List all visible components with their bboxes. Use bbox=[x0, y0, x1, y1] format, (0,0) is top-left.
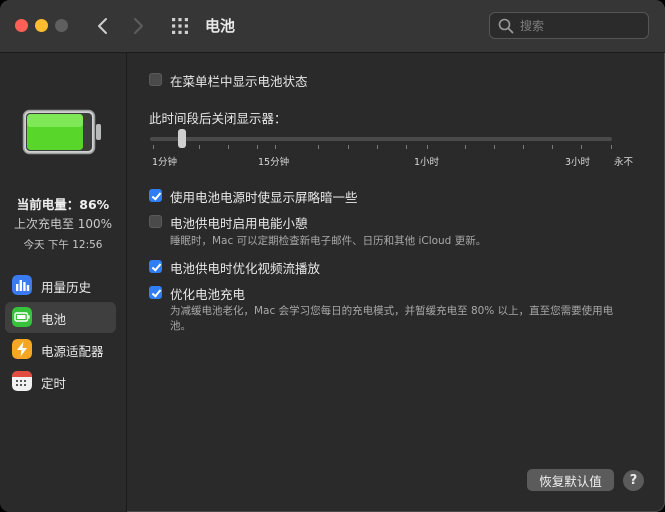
slider-tick bbox=[465, 145, 466, 149]
slider-tick bbox=[611, 145, 612, 149]
last-charged-text: 上次充电至 100% bbox=[13, 217, 113, 231]
display-off-slider-track[interactable] bbox=[150, 137, 612, 141]
minimize-button[interactable] bbox=[35, 19, 48, 32]
chevron-right-icon bbox=[134, 18, 143, 34]
battery-level-icon bbox=[22, 109, 101, 155]
sidebar-item-label: 电池 bbox=[41, 312, 67, 327]
power-adapter-icon bbox=[12, 339, 32, 359]
restore-defaults-button[interactable]: 恢复默认值 bbox=[527, 469, 614, 491]
last-charged-time: 今天 下午 12:56 bbox=[23, 239, 103, 251]
usage-history-icon bbox=[12, 275, 32, 295]
show-in-menubar-label: 在菜单栏中显示电池状态 bbox=[170, 74, 308, 89]
search-icon bbox=[498, 18, 514, 34]
sidebar-item-label: 电源适配器 bbox=[41, 344, 104, 359]
slider-tick bbox=[552, 145, 553, 149]
optimize-video-label: 电池供电时优化视频流播放 bbox=[170, 261, 321, 276]
search-field[interactable] bbox=[489, 12, 649, 39]
help-button[interactable]: ? bbox=[623, 470, 644, 491]
optimized-charging-label: 优化电池充电 bbox=[170, 287, 246, 302]
slider-tick-label: 3小时 bbox=[565, 157, 591, 168]
battery-preferences-window: 电池 当前电量：86% 上次充电至 100% 今天 下午 12:56 bbox=[0, 0, 665, 512]
window-title: 电池 bbox=[205, 17, 236, 35]
zoom-button[interactable] bbox=[55, 19, 68, 32]
slider-tick bbox=[377, 145, 378, 149]
slider-tick bbox=[494, 145, 495, 149]
battery-level-text: 当前电量：86% bbox=[16, 197, 110, 212]
close-button[interactable] bbox=[15, 19, 28, 32]
power-nap-checkbox[interactable] bbox=[149, 215, 162, 228]
slider-tick bbox=[318, 145, 319, 149]
slider-tick bbox=[406, 145, 407, 149]
slider-tick bbox=[348, 145, 349, 149]
power-nap-description: 睡眠时，Mac 可以定期检查新电子邮件、日历和其他 iCloud 更新。 bbox=[170, 235, 487, 247]
sidebar: 当前电量：86% 上次充电至 100% 今天 下午 12:56 用量历史 电池 bbox=[0, 53, 127, 512]
slider-tick bbox=[228, 145, 229, 149]
dim-display-label: 使用电池电源时使显示屏略暗一些 bbox=[170, 190, 358, 205]
optimized-charging-checkbox[interactable] bbox=[149, 286, 162, 299]
dim-display-checkbox[interactable] bbox=[149, 189, 162, 202]
chevron-left-icon bbox=[98, 18, 107, 34]
title-bar: 电池 bbox=[0, 0, 665, 53]
sidebar-item-battery[interactable]: 电池 bbox=[5, 302, 116, 333]
sidebar-item-schedule[interactable]: 定时 bbox=[5, 366, 116, 397]
sidebar-item-usage-history[interactable]: 用量历史 bbox=[5, 270, 116, 301]
slider-tick-label: 15分钟 bbox=[258, 157, 290, 168]
power-nap-label: 电池供电时启用电能小憩 bbox=[170, 216, 308, 231]
show-all-button[interactable] bbox=[171, 17, 189, 35]
display-off-label: 此时间段后关闭显示器： bbox=[149, 111, 287, 126]
slider-tick bbox=[427, 145, 428, 149]
slider-tick bbox=[153, 145, 154, 149]
slider-tick-label: 1分钟 bbox=[152, 157, 178, 168]
sidebar-item-label: 用量历史 bbox=[41, 280, 92, 295]
battery-settings-pane: 在菜单栏中显示电池状态 此时间段后关闭显示器： 1分钟 15分钟 1小时 3小时… bbox=[127, 53, 665, 512]
optimize-video-checkbox[interactable] bbox=[149, 260, 162, 273]
slider-tick bbox=[581, 145, 582, 149]
show-in-menubar-checkbox[interactable] bbox=[149, 73, 162, 86]
battery-icon bbox=[12, 307, 32, 327]
slider-tick bbox=[275, 145, 276, 149]
display-off-slider-thumb[interactable] bbox=[178, 129, 186, 148]
grid-icon bbox=[172, 18, 188, 34]
back-button[interactable] bbox=[93, 14, 113, 38]
slider-tick-label: 永不 bbox=[614, 157, 634, 168]
slider-tick bbox=[523, 145, 524, 149]
slider-tick-label: 1小时 bbox=[414, 157, 440, 168]
search-input[interactable] bbox=[520, 17, 640, 35]
schedule-icon bbox=[12, 371, 32, 391]
sidebar-item-label: 定时 bbox=[41, 376, 67, 391]
sidebar-item-power-adapter[interactable]: 电源适配器 bbox=[5, 334, 116, 365]
optimized-charging-description: 为减缓电池老化，Mac 会学习您每日的充电模式，并暂缓充电至 80% 以上，直至… bbox=[170, 305, 614, 332]
forward-button[interactable] bbox=[128, 14, 148, 38]
slider-tick bbox=[199, 145, 200, 149]
slider-tick bbox=[257, 145, 258, 149]
